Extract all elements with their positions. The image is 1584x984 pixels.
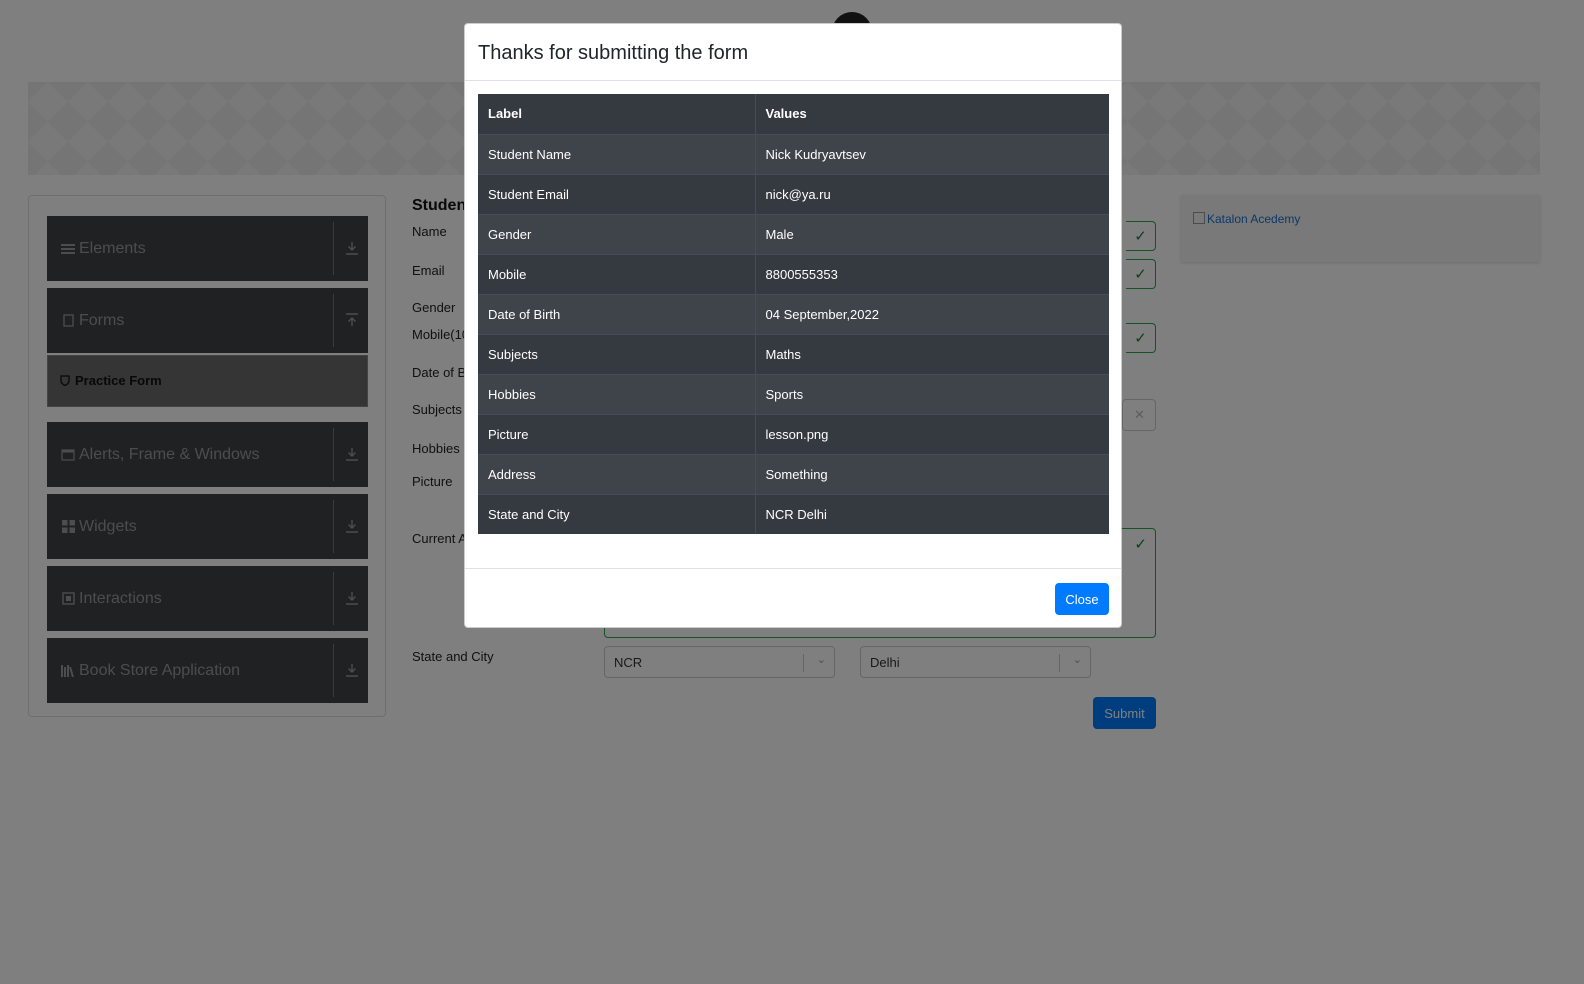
table-row: Hobbies Sports <box>478 373 1109 414</box>
row-label: Gender <box>478 213 756 254</box>
row-label: Subjects <box>478 333 756 374</box>
row-value: 04 September,2022 <box>755 293 1109 334</box>
row-value: Something <box>755 453 1109 494</box>
row-value: lesson.png <box>755 413 1109 454</box>
close-button[interactable]: Close <box>1055 583 1109 615</box>
row-label: Student Name <box>478 133 756 174</box>
row-label: Date of Birth <box>478 293 756 334</box>
modal-title: Thanks for submitting the form <box>478 42 749 64</box>
table-row: Student Email nick@ya.ru <box>478 173 1109 214</box>
row-label: State and City <box>478 493 756 534</box>
table-row: Picture lesson.png <box>478 413 1109 454</box>
row-label: Mobile <box>478 253 756 294</box>
row-label: Picture <box>478 413 756 454</box>
results-table: Label Values Student Name Nick Kudryavtse… <box>478 94 1109 534</box>
row-value: NCR Delhi <box>755 493 1109 534</box>
column-header-values: Values <box>755 94 1109 134</box>
row-value: Nick Kudryavtsev <box>755 133 1109 174</box>
row-value: Maths <box>755 333 1109 374</box>
row-value: nick@ya.ru <box>755 173 1109 214</box>
modal-header: Thanks for submitting the form <box>465 24 1121 81</box>
table-row: Gender Male <box>478 213 1109 254</box>
row-value: Sports <box>755 373 1109 414</box>
row-label: Student Email <box>478 173 756 214</box>
table-row: State and City NCR Delhi <box>478 493 1109 534</box>
table-row: Address Something <box>478 453 1109 494</box>
table-header-row: Label Values <box>478 94 1109 134</box>
column-header-label: Label <box>478 94 756 134</box>
modal-footer: Close <box>465 568 1121 628</box>
table-row: Subjects Maths <box>478 333 1109 374</box>
table-row: Student Name Nick Kudryavtsev <box>478 133 1109 174</box>
row-value: Male <box>755 213 1109 254</box>
row-label: Address <box>478 453 756 494</box>
table-row: Date of Birth 04 September,2022 <box>478 293 1109 334</box>
row-label: Hobbies <box>478 373 756 414</box>
submission-modal: Thanks for submitting the form Label Val… <box>464 23 1122 628</box>
table-row: Mobile 8800555353 <box>478 253 1109 294</box>
row-value: 8800555353 <box>755 253 1109 294</box>
